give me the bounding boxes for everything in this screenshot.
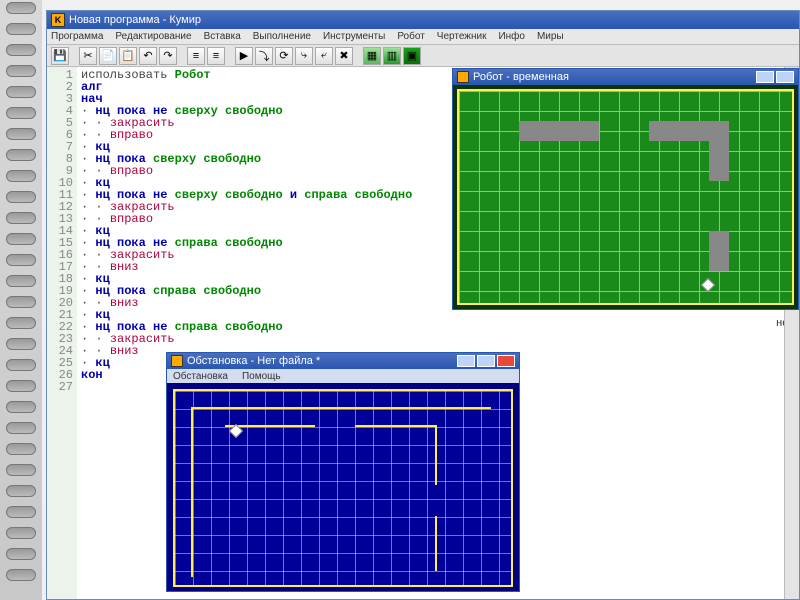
situation-grid xyxy=(175,391,511,585)
menu-drawer[interactable]: Чертежник xyxy=(437,31,487,42)
menu-program[interactable]: Программа xyxy=(51,31,103,42)
menu-robot[interactable]: Робот xyxy=(397,31,424,42)
stop-button[interactable]: ✖ xyxy=(335,47,353,65)
step-button[interactable]: ⤵ xyxy=(255,47,273,65)
menu-insert[interactable]: Вставка xyxy=(204,31,241,42)
doc1-button[interactable]: ≡ xyxy=(187,47,205,65)
maximize-icon[interactable] xyxy=(477,355,495,367)
robot-window[interactable]: Робот - временная xyxy=(452,68,799,310)
situation-title: Обстановка - Нет файла * xyxy=(187,355,320,367)
menu-bar: Программа Редактирование Вставка Выполне… xyxy=(47,29,799,45)
minimize-icon[interactable] xyxy=(457,355,475,367)
situation-field[interactable] xyxy=(173,389,513,587)
situation-titlebar[interactable]: Обстановка - Нет файла * xyxy=(167,353,519,369)
app-title: Новая программа - Кумир xyxy=(69,14,201,26)
paste-button[interactable]: 📋 xyxy=(119,47,137,65)
spiral-binding xyxy=(0,0,42,600)
sit-menu-env[interactable]: Обстановка xyxy=(173,371,228,382)
doc2-button[interactable]: ≡ xyxy=(207,47,225,65)
sit-wall xyxy=(191,407,193,577)
robot-grid xyxy=(459,91,792,303)
robot-title: Робот - временная xyxy=(473,71,569,83)
title-bar[interactable]: K Новая программа - Кумир xyxy=(47,11,799,29)
maximize-icon[interactable] xyxy=(776,71,794,83)
run-button[interactable]: ▶ xyxy=(235,47,253,65)
menu-edit[interactable]: Редактирование xyxy=(115,31,191,42)
situation-icon xyxy=(171,355,183,367)
sit-menu-help[interactable]: Помощь xyxy=(242,371,281,382)
robot-icon xyxy=(457,71,469,83)
minimize-icon[interactable] xyxy=(756,71,774,83)
robot-titlebar[interactable]: Робот - временная xyxy=(453,69,798,85)
close-icon[interactable] xyxy=(497,355,515,367)
line-gutter: 1234567891011121314151617181920212223242… xyxy=(47,67,77,599)
sit-wall xyxy=(191,407,491,409)
robot-field[interactable] xyxy=(457,89,794,305)
cut-button[interactable]: ✂ xyxy=(79,47,97,65)
app-icon: K xyxy=(51,13,65,27)
toolbar: 💾 ✂ 📄 📋 ↶ ↷ ≡ ≡ ▶ ⤵ ⟳ ⤷ ⤶ ✖ ▦ ▥ ▣ xyxy=(47,45,799,67)
sit-wall xyxy=(435,516,437,571)
robot-wall xyxy=(709,231,729,271)
copy-button[interactable]: 📄 xyxy=(99,47,117,65)
save-button[interactable]: 💾 xyxy=(51,47,69,65)
sit-wall xyxy=(355,425,435,427)
menu-info[interactable]: Инфо xyxy=(498,31,525,42)
into-button[interactable]: ⤷ xyxy=(295,47,313,65)
undo-button[interactable]: ↶ xyxy=(139,47,157,65)
robot-wall xyxy=(649,121,709,141)
sit-wall xyxy=(435,425,437,485)
out-button[interactable]: ⤶ xyxy=(315,47,333,65)
grid1-button[interactable]: ▦ xyxy=(363,47,381,65)
over-button[interactable]: ⟳ xyxy=(275,47,293,65)
situation-window[interactable]: Обстановка - Нет файла * Обстановка Помо… xyxy=(166,352,520,592)
situation-menubar: Обстановка Помощь xyxy=(167,369,519,383)
robot-wall xyxy=(519,121,599,141)
grid3-button[interactable]: ▣ xyxy=(403,47,421,65)
menu-worlds[interactable]: Миры xyxy=(537,31,564,42)
menu-run[interactable]: Выполнение xyxy=(253,31,311,42)
grid2-button[interactable]: ▥ xyxy=(383,47,401,65)
redo-button[interactable]: ↷ xyxy=(159,47,177,65)
menu-tools[interactable]: Инструменты xyxy=(323,31,385,42)
robot-wall xyxy=(709,121,729,181)
